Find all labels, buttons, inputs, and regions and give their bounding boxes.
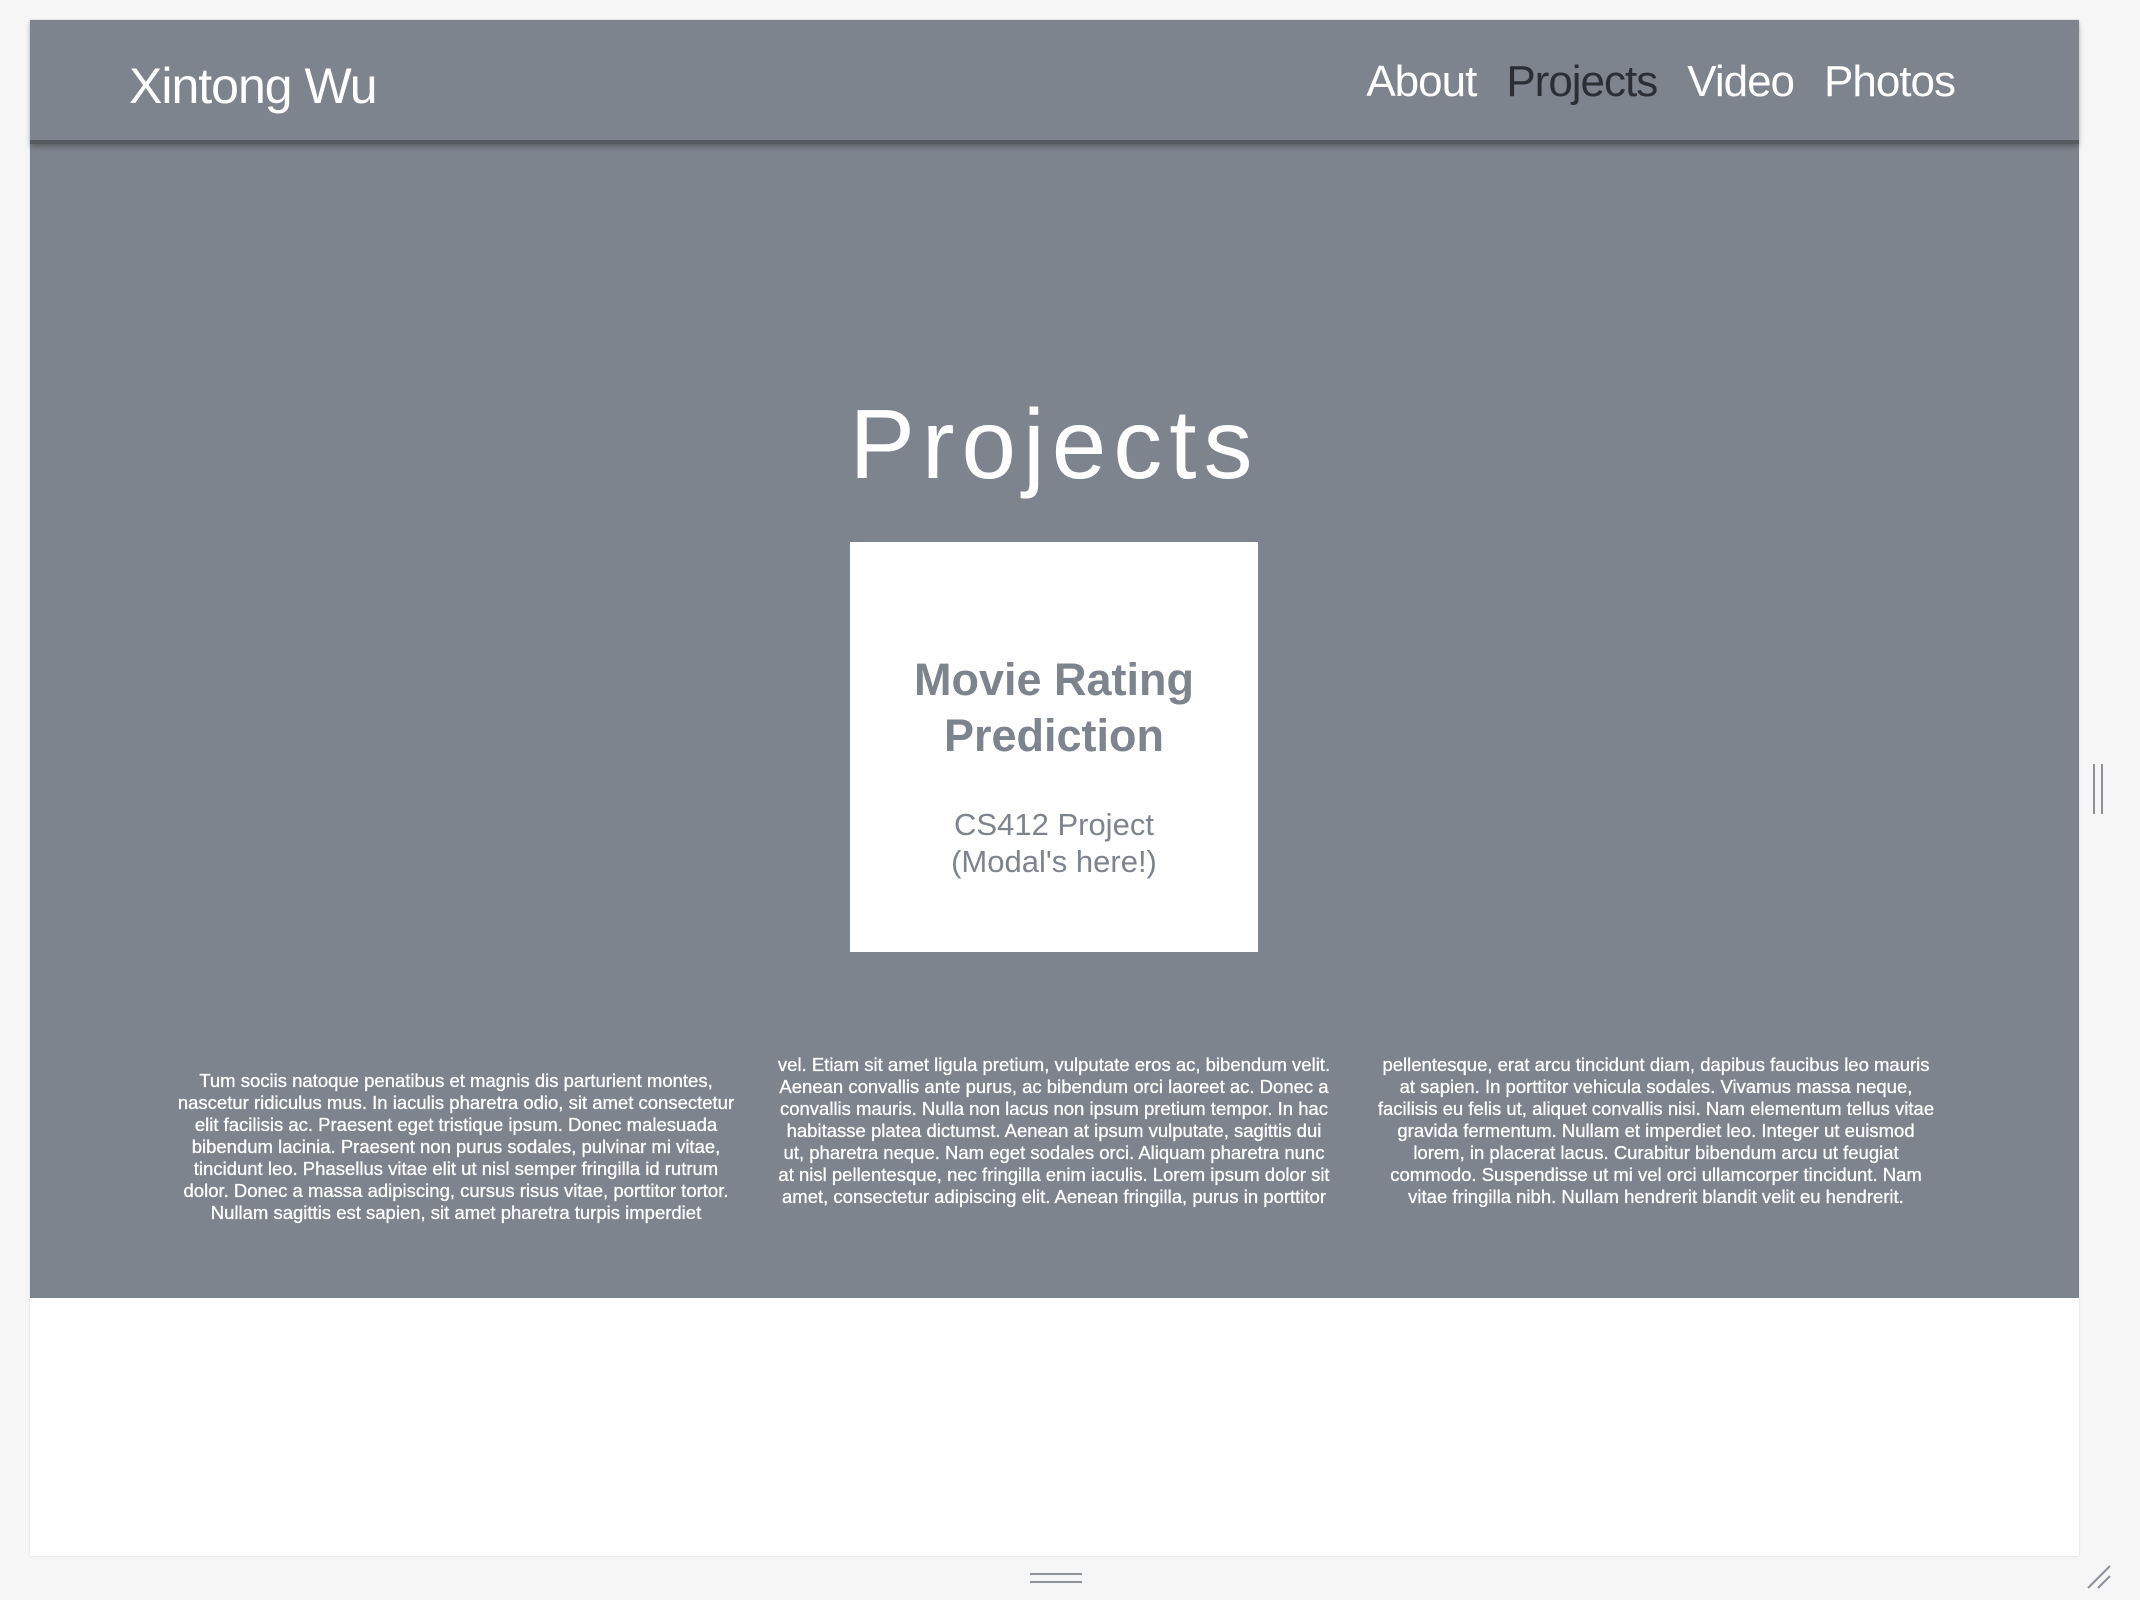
text-column-3: pellentesque, erat arcu tincidunt diam, … (1377, 1054, 1935, 1207)
site-brand[interactable]: Xintong Wu (129, 38, 378, 134)
text-column-2: vel. Etiam sit amet ligula pretium, vulp… (777, 1054, 1331, 1207)
nav-link-about[interactable]: About (1366, 34, 1477, 130)
navbar: Xintong Wu About Projects Video Photos (30, 20, 2079, 144)
project-card-subtitle: CS412 Project (Modal's here!) (870, 806, 1238, 880)
projects-section: Projects Movie Rating Prediction CS412 P… (30, 144, 2079, 1298)
project-card[interactable]: Movie Rating Prediction CS412 Project (M… (850, 542, 1258, 952)
nav-links: About Projects Video Photos (1366, 34, 1956, 130)
nav-link-projects[interactable]: Projects (1506, 34, 1658, 130)
vertical-resize-handle-icon[interactable] (2093, 764, 2103, 814)
browser-viewport: Xintong Wu About Projects Video Photos P… (30, 20, 2079, 1556)
nav-link-photos[interactable]: Photos (1824, 34, 1956, 130)
text-column-1: Tum sociis natoque penatibus et magnis d… (177, 1070, 735, 1223)
corner-resize-icon[interactable] (2084, 1562, 2112, 1590)
page-title: Projects (849, 389, 1260, 499)
nav-link-video[interactable]: Video (1687, 34, 1795, 130)
project-card-title: Movie Rating Prediction (913, 654, 1195, 761)
project-card-subtitle-line-1: CS412 Project (954, 807, 1154, 842)
horizontal-resize-handle-icon[interactable] (1030, 1573, 1082, 1583)
project-card-subtitle-line-2: (Modal's here!) (951, 844, 1157, 879)
corner-resize-glyph (2087, 1565, 2111, 1589)
